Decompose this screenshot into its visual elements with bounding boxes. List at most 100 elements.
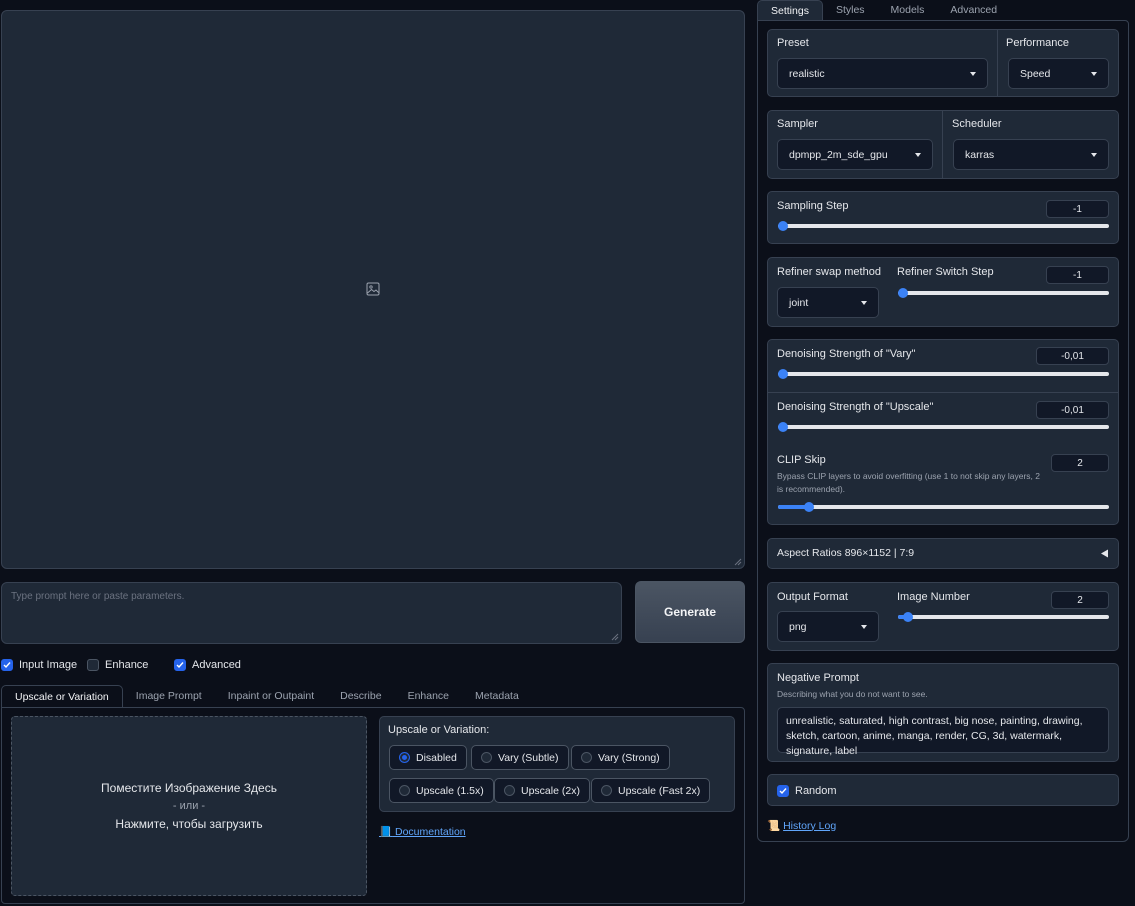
enhance-checkbox[interactable]: Enhance <box>87 658 148 672</box>
image-gallery[interactable] <box>1 10 745 569</box>
random-checkbox[interactable]: Random <box>777 784 837 798</box>
slider-track <box>898 291 1109 295</box>
clip-skip-slider[interactable] <box>778 502 1109 512</box>
checkbox-unchecked-icon[interactable] <box>87 659 99 671</box>
prompt-placeholder: Type prompt here or paste parameters. <box>11 591 185 602</box>
tab-metadata[interactable]: Metadata <box>462 685 532 708</box>
tab-image-prompt[interactable]: Image Prompt <box>123 685 215 708</box>
advanced-checkbox[interactable]: Advanced <box>174 658 241 672</box>
drop-zone-click-text: Нажмите, чтобы загрузить <box>115 817 263 831</box>
denoise-upscale-slider[interactable] <box>778 422 1109 432</box>
radio-upscale-2x[interactable]: Upscale (2x) <box>494 778 590 803</box>
radio-unselected-icon <box>504 785 515 796</box>
radio-label: Upscale (Fast 2x) <box>618 784 701 797</box>
radio-selected-icon <box>399 752 410 763</box>
tab-styles[interactable]: Styles <box>823 0 878 21</box>
radio-disabled[interactable]: Disabled <box>389 745 467 770</box>
preset-value: realistic <box>789 67 825 80</box>
chevron-down-icon <box>861 300 867 305</box>
documentation-link-text: Documentation <box>395 826 466 838</box>
generate-button[interactable]: Generate <box>635 581 745 643</box>
denoise-vary-input[interactable]: -0,01 <box>1036 347 1109 365</box>
image-number-slider[interactable] <box>898 612 1109 622</box>
prompt-input[interactable]: Type prompt here or paste parameters. <box>1 582 622 644</box>
upscale-variation-title: Upscale or Variation: <box>388 724 490 736</box>
refiner-swap-dropdown[interactable]: joint <box>777 287 879 318</box>
refiner-switch-slider[interactable] <box>898 288 1109 298</box>
sampler-dropdown[interactable]: dpmpp_2m_sde_gpu <box>777 139 933 170</box>
sampling-step-label: Sampling Step <box>777 200 849 212</box>
aspect-ratios-label: Aspect Ratios 896×1152 | 7:9 <box>777 547 915 559</box>
checkbox-checked-icon[interactable] <box>777 785 789 797</box>
slider-thumb[interactable] <box>804 502 814 512</box>
clip-skip-input[interactable]: 2 <box>1051 454 1109 472</box>
radio-unselected-icon <box>581 752 592 763</box>
drop-zone-or: - или - <box>172 800 206 812</box>
random-label: Random <box>795 785 837 797</box>
slider-thumb[interactable] <box>778 369 788 379</box>
tab-describe[interactable]: Describe <box>327 685 394 708</box>
negative-prompt-label: Negative Prompt <box>777 672 859 684</box>
slider-track <box>778 224 1109 228</box>
checkbox-checked-icon[interactable] <box>174 659 186 671</box>
denoise-upscale-label: Denoising Strength of "Upscale" <box>777 401 934 413</box>
divider <box>768 392 1118 393</box>
denoising-card <box>767 339 1119 525</box>
refiner-switch-input[interactable]: -1 <box>1046 266 1109 284</box>
settings-tabs: Settings Styles Models Advanced <box>757 0 1010 21</box>
book-icon: 📘 <box>379 826 393 838</box>
radio-label: Disabled <box>416 751 457 764</box>
input-image-checkbox[interactable]: Input Image <box>1 658 77 672</box>
image-number-input[interactable]: 2 <box>1051 591 1109 609</box>
advanced-label: Advanced <box>192 659 241 671</box>
tab-enhance[interactable]: Enhance <box>395 685 462 708</box>
slider-track <box>898 615 1109 619</box>
documentation-link[interactable]: 📘 Documentation <box>379 825 466 838</box>
output-format-dropdown[interactable]: png <box>777 611 879 642</box>
collapse-arrow-icon[interactable] <box>1100 549 1109 558</box>
radio-vary-strong[interactable]: Vary (Strong) <box>571 745 670 770</box>
slider-track <box>778 372 1109 376</box>
resize-grip-icon[interactable] <box>734 558 742 566</box>
sampling-step-slider[interactable] <box>778 221 1109 231</box>
image-icon <box>366 282 380 296</box>
slider-thumb[interactable] <box>778 221 788 231</box>
chevron-down-icon <box>1091 152 1097 157</box>
image-number-label: Image Number <box>897 591 970 603</box>
slider-thumb[interactable] <box>898 288 908 298</box>
tab-upscale-or-variation[interactable]: Upscale or Variation <box>1 685 123 708</box>
scheduler-dropdown[interactable]: karras <box>953 139 1109 170</box>
sampler-label: Sampler <box>777 118 818 130</box>
tab-settings[interactable]: Settings <box>757 0 823 21</box>
radio-vary-subtle[interactable]: Vary (Subtle) <box>471 745 569 770</box>
performance-dropdown[interactable]: Speed <box>1008 58 1109 89</box>
radio-upscale-fast-2x[interactable]: Upscale (Fast 2x) <box>591 778 711 803</box>
output-format-label: Output Format <box>777 591 848 603</box>
scheduler-label: Scheduler <box>952 118 1002 130</box>
resize-grip-icon[interactable] <box>611 633 619 641</box>
radio-upscale-1-5x[interactable]: Upscale (1.5x) <box>389 778 494 803</box>
chevron-down-icon <box>970 71 976 76</box>
slider-track <box>778 505 1109 509</box>
negative-prompt-description: Describing what you do not want to see. <box>777 689 928 699</box>
slider-thumb[interactable] <box>903 612 913 622</box>
performance-value: Speed <box>1020 67 1051 80</box>
radio-label: Vary (Strong) <box>598 751 660 764</box>
checkbox-checked-icon[interactable] <box>1 659 13 671</box>
divider <box>942 111 943 178</box>
tab-models[interactable]: Models <box>878 0 938 21</box>
tab-advanced[interactable]: Advanced <box>937 0 1010 21</box>
slider-thumb[interactable] <box>778 422 788 432</box>
preset-dropdown[interactable]: realistic <box>777 58 988 89</box>
negative-prompt-text: unrealistic, saturated, high contrast, b… <box>786 715 1083 757</box>
clip-skip-label: CLIP Skip <box>777 454 826 466</box>
denoise-upscale-input[interactable]: -0,01 <box>1036 401 1109 419</box>
clip-skip-description: Bypass CLIP layers to avoid overfitting … <box>777 471 1041 494</box>
sampling-step-input[interactable]: -1 <box>1046 200 1109 218</box>
tab-inpaint-or-outpaint[interactable]: Inpaint or Outpaint <box>215 685 327 708</box>
radio-label: Upscale (1.5x) <box>416 784 484 797</box>
image-drop-zone[interactable]: Поместите Изображение Здесь - или - Нажм… <box>11 716 367 896</box>
negative-prompt-input[interactable]: unrealistic, saturated, high contrast, b… <box>777 707 1109 757</box>
denoise-vary-slider[interactable] <box>778 369 1109 379</box>
history-log-link[interactable]: 📜 History Log <box>767 819 836 833</box>
